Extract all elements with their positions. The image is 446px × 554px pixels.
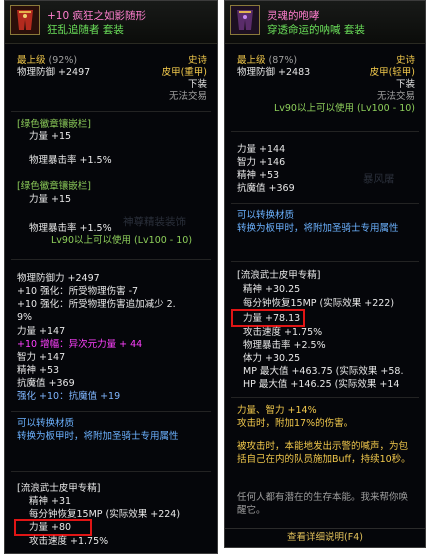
enhance-effect: +10 强化：所受物理伤害 -7 xyxy=(17,286,139,297)
emblem-slot-title: [绿色徽章镶嵌栏] xyxy=(17,119,91,130)
transfer-desc: 转换为板甲时，将附加圣骑士专用属性 xyxy=(237,223,399,234)
trade-status: 无法交易 xyxy=(168,91,207,102)
material-type: 皮甲(重甲) xyxy=(161,67,207,78)
view-details-button[interactable]: 查看详细说明(F4) xyxy=(225,528,425,547)
set-name: 狂乱追随者 套装 xyxy=(47,24,124,36)
left-item-tooltip: +10 疯狂之如影随形 狂乱追随者 套装 最上级 (92%) 史诗 物理防御 +… xyxy=(4,0,218,554)
spec-stat: 攻击速度 +1.75% xyxy=(243,327,323,338)
enhance-effect: 9% xyxy=(17,312,33,323)
transfer-desc: 转换为板甲时，将附加圣骑士专用属性 xyxy=(17,431,179,442)
material-type: 皮甲(轻甲) xyxy=(369,67,415,78)
grade-label: 最上级 (92%) xyxy=(17,55,78,66)
background-watermark: 暴风屠 xyxy=(363,173,395,185)
set-bonus: 力量、智力 +14% xyxy=(237,405,317,416)
stat-spi: 精神 +53 xyxy=(17,365,60,376)
stat-str: 力量 +147 xyxy=(17,326,66,337)
stat-str: 力量 +144 xyxy=(237,144,286,155)
spec-title: [流浪武士皮甲专精] xyxy=(17,483,101,494)
set-bonus: 攻击时，附加17%的伤害。 xyxy=(237,418,354,429)
emblem-stat: 力量 +15 xyxy=(29,194,72,205)
grade-label: 最上级 (87%) xyxy=(237,55,298,66)
set-name: 穿透命运的呐喊 套装 xyxy=(267,24,365,36)
spec-stat: 精神 +30.25 xyxy=(243,284,301,295)
emblem-slot-title: [绿色徽章镶嵌栏] xyxy=(17,181,91,192)
level-requirement: Lv90以上可以使用 (Lv100 - 10) xyxy=(51,235,193,246)
defense-value: 物理防御 +2497 xyxy=(17,67,91,78)
reinforce-effect: 强化 +10：抗魔值 +19 xyxy=(17,391,121,402)
item-name: +10 疯狂之如影随形 xyxy=(47,10,146,22)
amplify-effect: +10 增幅：异次元力量 + 44 xyxy=(17,339,143,350)
passive-description: 被攻击时，本能地发出示警的喊声，为包括自己在内的队员施加Buff，持续10秒。 xyxy=(237,441,411,465)
right-tooltip-header: 灵魂的咆哮 穿透命运的呐喊 套装 xyxy=(225,1,425,44)
slot-label: 下装 xyxy=(187,79,207,90)
spec-stat: MP 最大值 +463.75 (实际效果 +58. xyxy=(243,366,404,377)
level-requirement: Lv90以上可以使用 (Lv100 - 10) xyxy=(273,103,415,114)
stat-spi: 精神 +53 xyxy=(237,170,280,181)
background-watermark: 神尊精装装饰 xyxy=(123,216,186,228)
emblem-stat: 力量 +15 xyxy=(29,131,72,142)
item-name: 灵魂的咆哮 xyxy=(267,10,320,22)
slot-label: 下装 xyxy=(395,79,415,90)
highlight-box xyxy=(14,519,92,536)
stat-int: 智力 +146 xyxy=(237,157,286,168)
item-lore: 任何人都有潜在的生存本能。我来帮你唤醒它。 xyxy=(237,492,409,516)
item-icon xyxy=(230,5,260,35)
emblem-stat: 物理暴击率 +1.5% xyxy=(29,223,112,234)
spec-stat: 精神 +31 xyxy=(29,496,72,507)
spec-stat: 物理暴击率 +2.5% xyxy=(243,340,326,351)
transfer-title: 可以转换材质 xyxy=(17,418,75,429)
highlight-box xyxy=(231,309,305,327)
item-icon xyxy=(10,5,40,35)
stat-int: 智力 +147 xyxy=(17,352,66,363)
left-tooltip-header: +10 疯狂之如影随形 狂乱追随者 套装 xyxy=(5,1,217,44)
enhance-effect: +10 强化：所受物理伤害追加减少 2. xyxy=(17,299,176,310)
transfer-title: 可以转换材质 xyxy=(237,210,295,221)
rarity-label: 史诗 xyxy=(187,55,207,66)
stat-magic-res: 抗魔值 +369 xyxy=(237,183,295,194)
rarity-label: 史诗 xyxy=(395,55,415,66)
trade-status: 无法交易 xyxy=(376,91,415,102)
spec-stat: 体力 +30.25 xyxy=(243,353,301,364)
emblem-stat: 物理暴击率 +1.5% xyxy=(29,155,112,166)
stat-magic-res: 抗魔值 +369 xyxy=(17,378,75,389)
stat-defense: 物理防御力 +2497 xyxy=(17,273,100,284)
defense-value: 物理防御 +2483 xyxy=(237,67,311,78)
spec-stat: HP 最大值 +146.25 (实际效果 +14 xyxy=(243,379,400,390)
spec-stat: 攻击速度 +1.75% xyxy=(29,536,109,547)
right-item-tooltip: 灵魂的咆哮 穿透命运的呐喊 套装 最上级 (87%) 史诗 物理防御 +2483… xyxy=(224,0,426,548)
spec-title: [流浪武士皮甲专精] xyxy=(237,270,321,281)
